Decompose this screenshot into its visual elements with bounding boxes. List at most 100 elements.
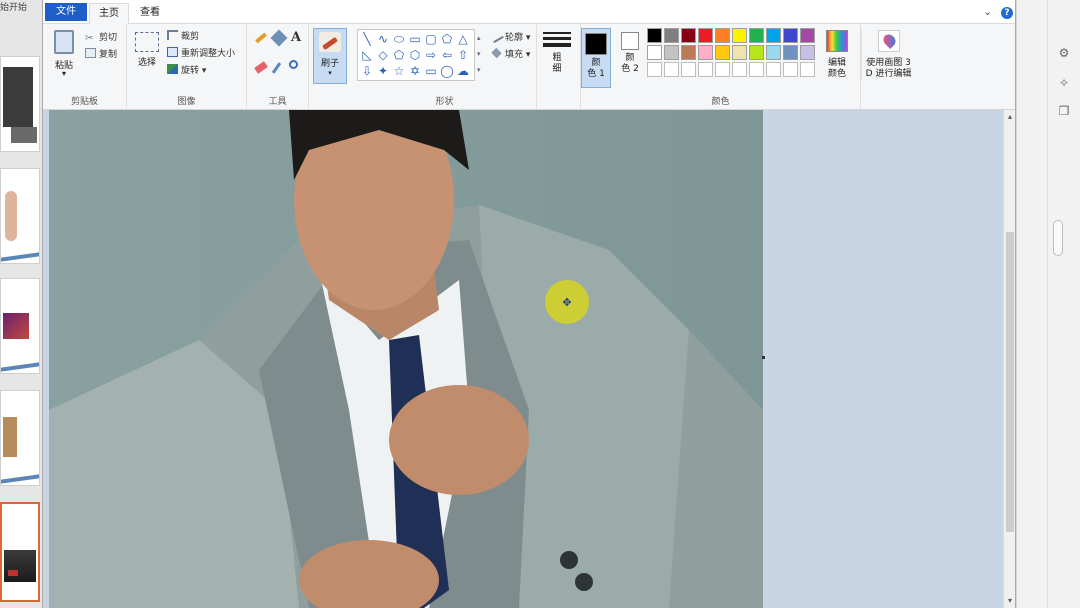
palette-color-swatch[interactable] (715, 28, 730, 43)
edit-colors-label-1: 编辑 (827, 58, 846, 68)
shapes-gallery[interactable]: ╲ ∿ ⬭ ▭ ▢ ⬠ △ ◺ ◇ ⬠ ⬡ ⇨ ⇦ ⇧ ⇩ ✦ ☆ ✡ ▭ ◯ … (357, 29, 475, 81)
edit-with-paint3d-button[interactable]: 使用画图 3 D 进行编辑 (861, 30, 915, 80)
custom-color-slot[interactable] (766, 62, 781, 77)
rounded-rectangle-shape-icon[interactable]: ▢ (424, 33, 438, 45)
crop-button[interactable]: 裁剪 (167, 29, 199, 42)
paste-button[interactable]: 粘贴 ▾ (51, 30, 77, 78)
custom-color-slot[interactable] (800, 62, 815, 77)
slide-thumbnail[interactable] (0, 390, 40, 486)
resize-button[interactable]: 重新调整大小 (167, 46, 235, 59)
rotate-button[interactable]: 旋转 ▾ (167, 63, 206, 76)
palette-color-swatch[interactable] (647, 28, 662, 43)
five-point-star-shape-icon[interactable]: ☆ (392, 65, 406, 77)
slide-thumbnail[interactable] (0, 168, 40, 264)
callout-oval-shape-icon[interactable]: ◯ (440, 65, 454, 77)
size-button[interactable]: 粗 细 (543, 30, 571, 75)
oval-shape-icon[interactable]: ⬭ (392, 33, 406, 45)
rotate-label: 旋转 (181, 66, 200, 76)
palette-color-swatch[interactable] (800, 45, 815, 60)
settings-sliders-icon[interactable]: ⚙ (1057, 46, 1071, 60)
color1-button[interactable]: 颜 色 1 (581, 28, 611, 88)
cut-button[interactable]: ✂ 剪切 (85, 30, 117, 44)
help-icon[interactable]: ? (1001, 7, 1013, 19)
palette-color-swatch[interactable] (800, 28, 815, 43)
four-point-star-shape-icon[interactable]: ✦ (376, 65, 390, 77)
custom-color-slot[interactable] (749, 62, 764, 77)
callout-cloud-shape-icon[interactable]: ☁ (456, 65, 470, 77)
custom-color-slot[interactable] (732, 62, 747, 77)
scroll-up-arrow-icon[interactable]: ▴ (1005, 112, 1015, 121)
palette-color-swatch[interactable] (766, 28, 781, 43)
palette-color-swatch[interactable] (681, 28, 696, 43)
right-triangle-shape-icon[interactable]: ◺ (360, 49, 374, 61)
format-icon[interactable]: ✧ (1057, 76, 1071, 90)
palette-color-swatch[interactable] (715, 45, 730, 60)
right-arrow-shape-icon[interactable]: ⇨ (424, 49, 438, 61)
palette-color-swatch[interactable] (766, 45, 781, 60)
copy-icon[interactable]: ❐ (1057, 104, 1071, 118)
left-arrow-shape-icon[interactable]: ⇦ (440, 49, 454, 61)
down-arrow-shape-icon[interactable]: ⇩ (360, 65, 374, 77)
custom-color-slot[interactable] (715, 62, 730, 77)
palette-color-swatch[interactable] (647, 45, 662, 60)
custom-color-slot[interactable] (664, 62, 679, 77)
palette-color-swatch[interactable] (664, 28, 679, 43)
line-shape-icon[interactable]: ╲ (360, 33, 374, 45)
six-point-star-shape-icon[interactable]: ✡ (408, 65, 422, 77)
palette-color-swatch[interactable] (698, 45, 713, 60)
panel-scrollbar[interactable] (1053, 220, 1063, 256)
pencil-icon[interactable] (255, 32, 267, 44)
slide-thumbnail-selected[interactable] (0, 502, 40, 602)
diamond-shape-icon[interactable]: ◇ (376, 49, 390, 61)
tab-view[interactable]: 查看 (133, 3, 167, 25)
copy-button[interactable]: 复制 (85, 47, 117, 60)
color-picker-icon[interactable] (271, 62, 282, 74)
slide-thumbnail[interactable] (0, 56, 40, 152)
brushes-button[interactable]: 刷子 ▾ (313, 28, 347, 84)
canvas-workspace[interactable]: ✥ (43, 110, 1003, 608)
palette-color-swatch[interactable] (783, 28, 798, 43)
vertical-scrollbar[interactable]: ▴ ▾ (1003, 110, 1015, 608)
custom-color-slot[interactable] (698, 62, 713, 77)
palette-color-swatch[interactable] (732, 28, 747, 43)
magnifier-icon[interactable] (289, 60, 298, 69)
callout-rect-shape-icon[interactable]: ▭ (424, 65, 438, 77)
shapes-scroll[interactable]: ▴ ▾ ▾ (477, 30, 485, 80)
fill-button[interactable]: 填充 ▾ (491, 47, 530, 60)
scroll-down-arrow-icon[interactable]: ▾ (1005, 596, 1015, 605)
collapse-ribbon-icon[interactable]: ⌄ (983, 5, 992, 18)
curve-shape-icon[interactable]: ∿ (376, 33, 390, 45)
up-arrow-shape-icon[interactable]: ⇧ (456, 49, 470, 61)
polygon-shape-icon[interactable]: ⬠ (440, 33, 454, 45)
tab-file[interactable]: 文件 (45, 3, 87, 21)
text-tool-icon[interactable]: A (291, 30, 301, 45)
custom-color-slot[interactable] (783, 62, 798, 77)
select-button[interactable]: 选择 (133, 32, 161, 69)
custom-color-slot[interactable] (681, 62, 696, 77)
canvas-resize-handle[interactable] (762, 356, 765, 359)
canvas-image[interactable]: ✥ (49, 110, 763, 608)
palette-color-swatch[interactable] (732, 45, 747, 60)
palette-color-swatch[interactable] (749, 45, 764, 60)
slide-thumbnail[interactable] (0, 278, 40, 374)
outline-icon (489, 28, 504, 44)
custom-color-slot[interactable] (647, 62, 662, 77)
palette-color-swatch[interactable] (664, 45, 679, 60)
palette-color-swatch[interactable] (698, 28, 713, 43)
palette-color-swatch[interactable] (749, 28, 764, 43)
size-line-thick (543, 43, 571, 47)
outline-button[interactable]: 轮廓 ▾ (489, 28, 530, 44)
color2-button[interactable]: 颜 色 2 (615, 32, 645, 75)
edit-colors-button[interactable]: 编辑 颜色 (823, 30, 851, 80)
rectangle-shape-icon[interactable]: ▭ (408, 33, 422, 45)
palette-color-swatch[interactable] (681, 45, 696, 60)
palette-color-swatch[interactable] (783, 45, 798, 60)
fill-bucket-icon[interactable] (270, 29, 288, 47)
triangle-shape-icon[interactable]: △ (456, 33, 470, 45)
pentagon-shape-icon[interactable]: ⬠ (392, 49, 406, 61)
hexagon-shape-icon[interactable]: ⬡ (408, 49, 422, 61)
color-palette (647, 28, 823, 84)
tab-home[interactable]: 主页 (89, 3, 129, 25)
scrollbar-thumb[interactable] (1006, 232, 1014, 532)
eraser-icon[interactable] (254, 61, 268, 74)
